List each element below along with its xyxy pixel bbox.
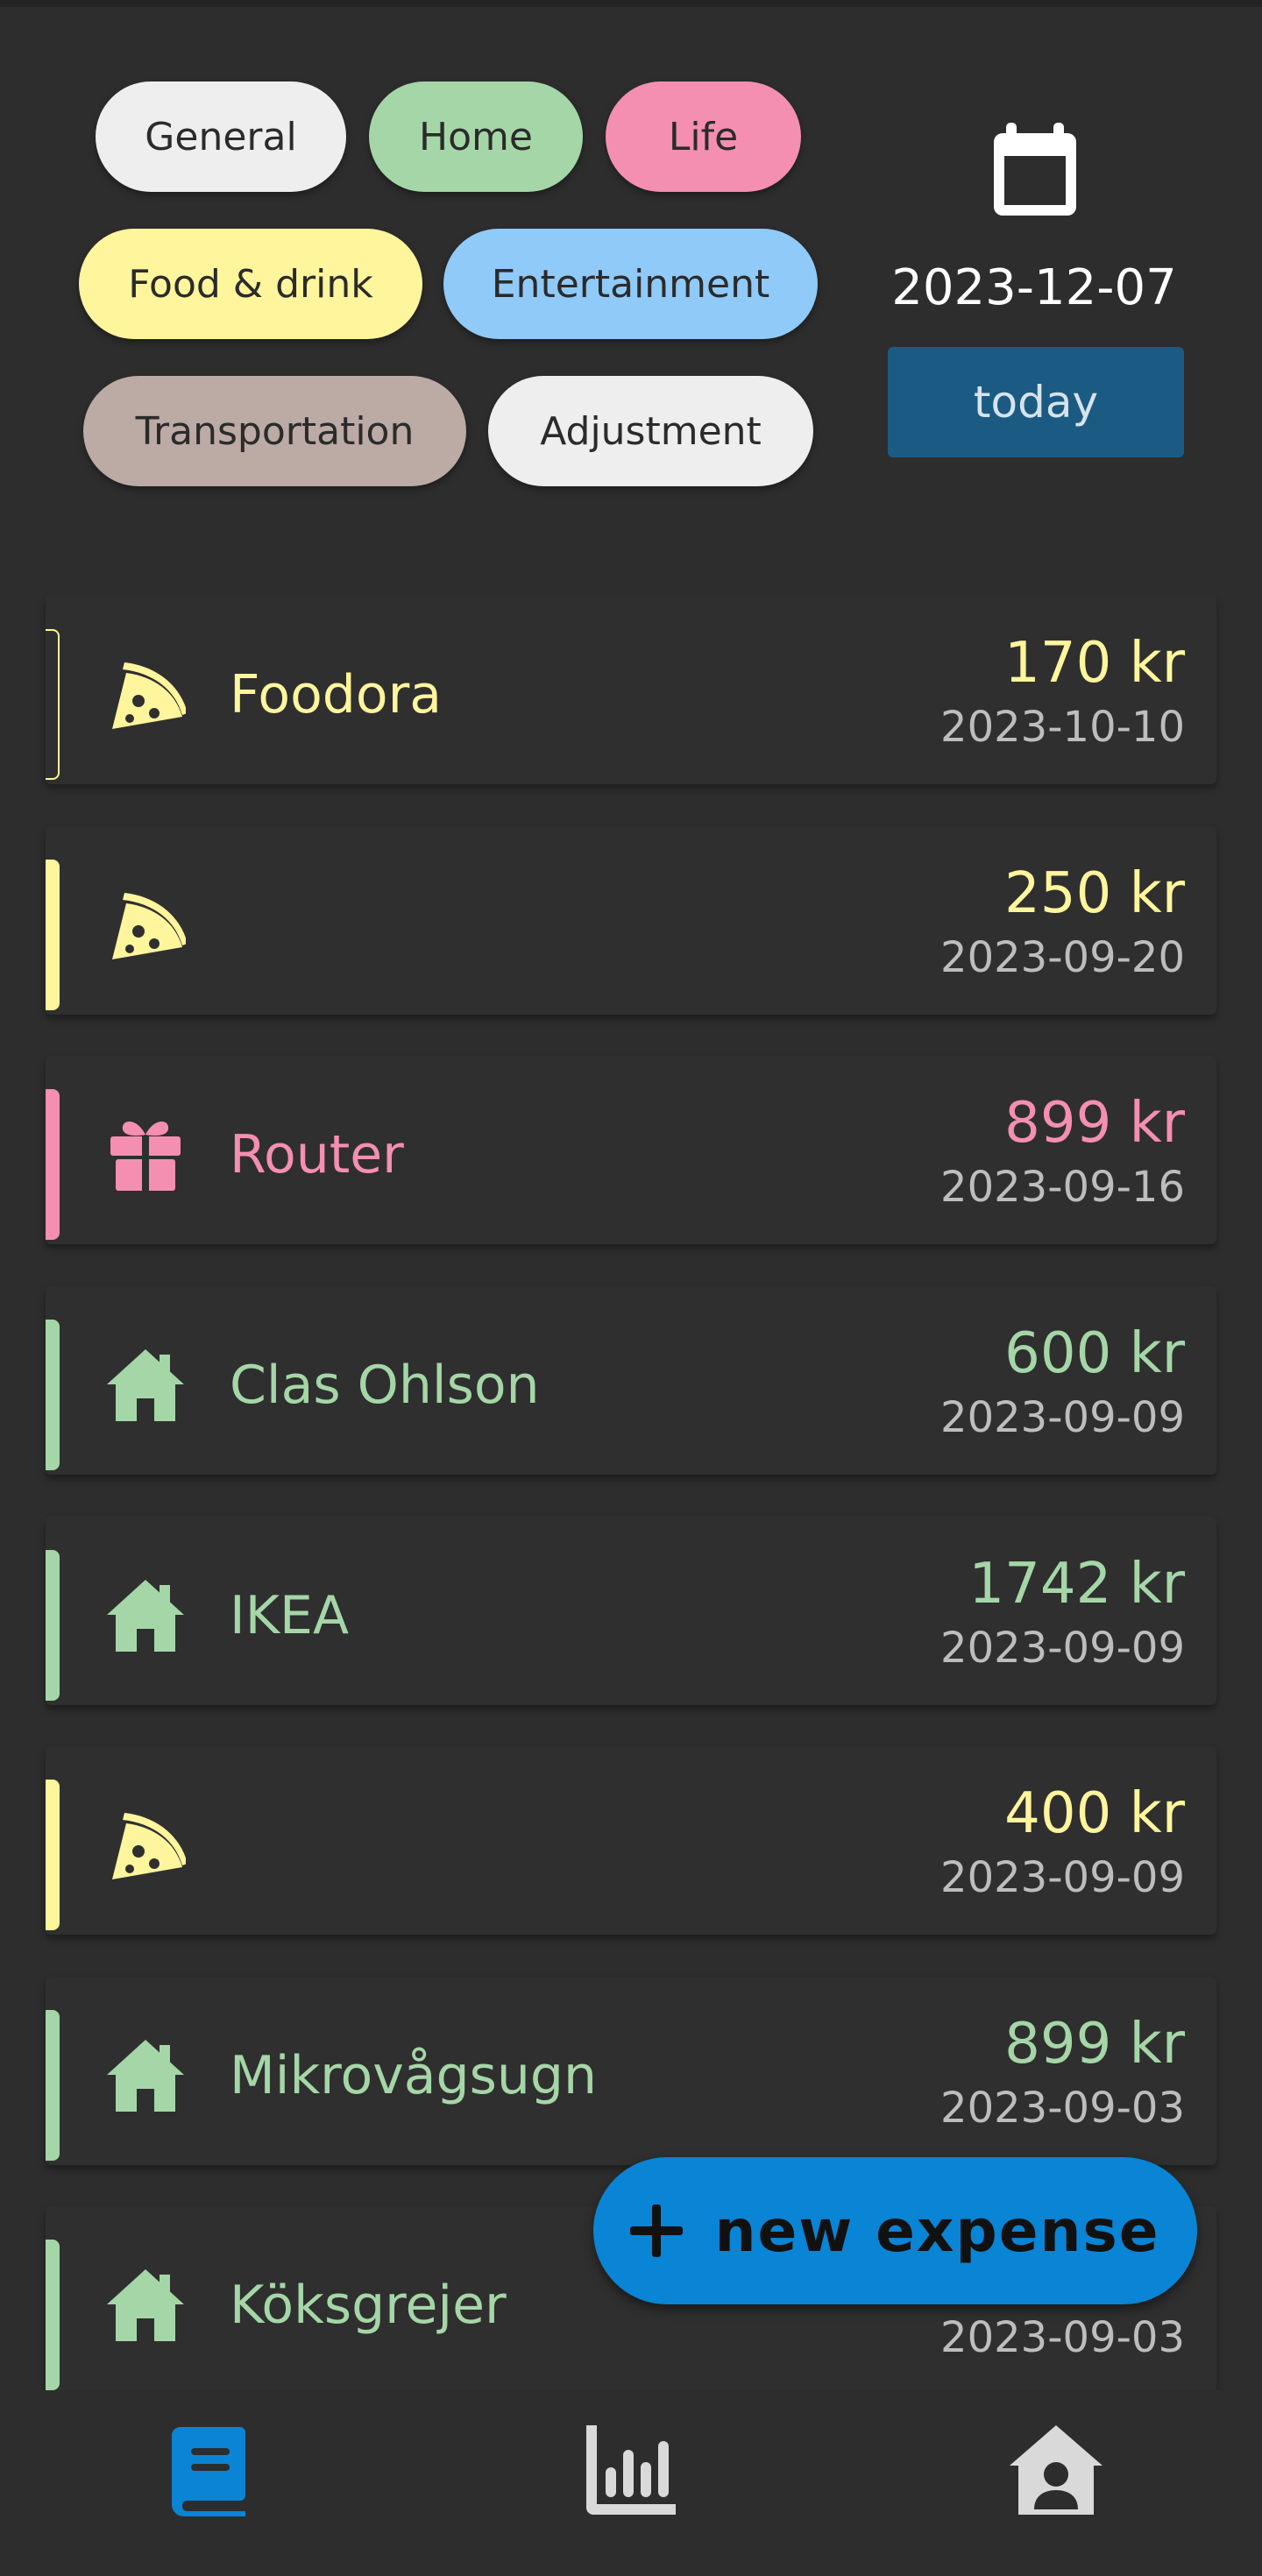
expense-row[interactable]: 250 kr 2023-09-20 xyxy=(46,826,1216,1015)
expense-amount: 1742 kr xyxy=(968,1552,1185,1617)
account-home-icon[interactable] xyxy=(1008,2422,1104,2518)
expense-row[interactable]: Mikrovågsugn 899 kr 2023-09-03 xyxy=(46,1977,1216,2165)
expense-amount: 250 kr xyxy=(1004,861,1185,926)
chip-entertainment[interactable]: Entertainment xyxy=(443,229,818,339)
category-indicator xyxy=(46,629,60,780)
pizza-icon xyxy=(112,1813,186,1879)
chip-food-drink[interactable]: Food & drink xyxy=(79,229,422,339)
expense-name: Köksgrejer xyxy=(230,2275,507,2336)
pizza-icon xyxy=(112,662,186,729)
expense-name: Router xyxy=(230,1124,404,1185)
category-indicator xyxy=(46,2010,60,2161)
plus-icon xyxy=(630,2204,684,2257)
chip-transportation[interactable]: Transportation xyxy=(83,376,466,486)
pizza-icon xyxy=(112,893,186,959)
selected-date[interactable]: 2023-12-07 xyxy=(885,259,1183,316)
category-indicator xyxy=(46,1089,60,1240)
chip-general[interactable]: General xyxy=(96,81,346,192)
book-icon[interactable] xyxy=(161,2422,258,2518)
expense-date: 2023-09-09 xyxy=(940,1624,1185,1673)
expense-row[interactable]: 400 kr 2023-09-09 xyxy=(46,1746,1216,1935)
home-icon xyxy=(107,1349,184,1421)
chip-life[interactable]: Life xyxy=(606,81,801,192)
expense-date: 2023-10-10 xyxy=(940,703,1185,752)
expense-date: 2023-09-03 xyxy=(940,2084,1185,2133)
bar-chart-icon[interactable] xyxy=(583,2422,679,2518)
expense-name: IKEA xyxy=(230,1585,349,1646)
expense-amount: 899 kr xyxy=(1004,2012,1185,2077)
status-bar xyxy=(0,0,1262,7)
expense-name: Foodora xyxy=(230,664,443,725)
expense-date: 2023-09-03 xyxy=(940,2313,1185,2362)
chip-adjustment[interactable]: Adjustment xyxy=(488,376,813,486)
expense-row[interactable]: Clas Ohlson 600 kr 2023-09-09 xyxy=(46,1286,1216,1475)
home-icon xyxy=(107,2269,184,2341)
expense-name: Clas Ohlson xyxy=(230,1355,540,1416)
category-indicator xyxy=(46,1320,60,1470)
expense-amount: 600 kr xyxy=(1004,1321,1185,1386)
calendar-icon[interactable] xyxy=(994,123,1076,216)
home-icon xyxy=(107,1580,184,1652)
category-indicator xyxy=(46,2240,60,2390)
new-expense-label: new expense xyxy=(714,2197,1160,2265)
gift-icon xyxy=(110,1121,181,1191)
expense-date: 2023-09-16 xyxy=(940,1163,1185,1212)
home-icon xyxy=(107,2040,184,2112)
category-indicator xyxy=(46,1550,60,1701)
expense-row[interactable]: IKEA 1742 kr 2023-09-09 xyxy=(46,1517,1216,1705)
category-indicator xyxy=(46,860,60,1010)
expense-row[interactable]: Router 899 kr 2023-09-16 xyxy=(46,1056,1216,1244)
expense-date: 2023-09-09 xyxy=(940,1393,1185,1442)
expense-amount: 400 kr xyxy=(1004,1781,1185,1846)
chip-home[interactable]: Home xyxy=(369,81,583,192)
new-expense-button[interactable]: new expense xyxy=(593,2157,1197,2304)
expense-row[interactable]: Foodora 170 kr 2023-10-10 xyxy=(46,596,1216,784)
expense-amount: 899 kr xyxy=(1004,1091,1185,1156)
expense-date: 2023-09-20 xyxy=(940,933,1185,982)
expense-name: Mikrovågsugn xyxy=(230,2045,598,2106)
category-indicator xyxy=(46,1780,60,1930)
today-button[interactable]: today xyxy=(888,347,1184,457)
expense-amount: 170 kr xyxy=(1004,631,1185,696)
expense-date: 2023-09-09 xyxy=(940,1853,1185,1902)
